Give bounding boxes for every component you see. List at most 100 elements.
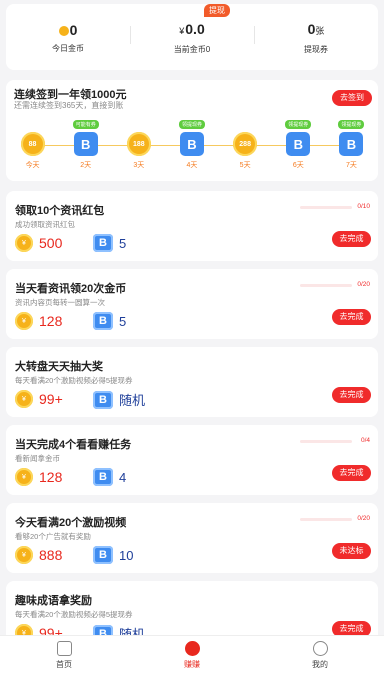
nav-home[interactable]: 首页 bbox=[0, 636, 128, 673]
withdraw-flag[interactable]: 提现 bbox=[204, 3, 230, 17]
day-badge: 领提现券 bbox=[285, 120, 312, 129]
signin-day: 88 今天 bbox=[6, 132, 59, 170]
ticket-icon: B bbox=[93, 234, 113, 252]
task-subtitle: 每天看满20个激励视频必得5提现券 bbox=[15, 610, 133, 619]
signin-day: 领提现券 B 6天 bbox=[272, 120, 325, 170]
signin-day: 188 3天 bbox=[112, 132, 165, 170]
today-coins-label: 今日金币 bbox=[52, 43, 84, 53]
task-subtitle: 看新闻拿金币 bbox=[15, 454, 60, 463]
ticket-reward: B5 bbox=[93, 234, 126, 252]
task-title: 大转盘天天抽大奖 bbox=[15, 361, 103, 373]
tickets-unit: 张 bbox=[315, 25, 325, 36]
coin-icon: ¥ bbox=[15, 312, 33, 330]
task-title: 今天看满20个激励视频 bbox=[15, 517, 127, 529]
task-subtitle: 看够20个广告就有奖励 bbox=[15, 532, 91, 541]
coin-reward-value: 99+ bbox=[39, 391, 63, 407]
balance-value: 0.0 bbox=[185, 20, 205, 37]
day-badge: 领提现券 bbox=[338, 120, 365, 129]
task-subtitle: 每天看满20个激励视频必得5提现券 bbox=[15, 376, 133, 385]
coin-icon bbox=[58, 25, 69, 36]
task-progress: 0/10 bbox=[357, 203, 370, 210]
signin-day: 288 5天 bbox=[219, 132, 272, 170]
task-title: 当天看资讯领20次金币 bbox=[15, 283, 127, 295]
task-action-button[interactable]: 去完成 bbox=[332, 465, 371, 481]
ticket-icon: B bbox=[286, 132, 311, 156]
coin-icon: ¥ bbox=[15, 390, 33, 408]
coin-reward-value: 128 bbox=[39, 313, 63, 329]
nav-earn-label: 赚赚 bbox=[184, 660, 200, 669]
balance-label: 当前金币0 bbox=[173, 44, 211, 54]
signin-button[interactable]: 去签到 bbox=[332, 90, 372, 106]
task-action-button[interactable]: 去完成 bbox=[332, 231, 371, 247]
task-card: 领取10个资讯红包 成功领取资讯红包 0/10 ¥500 B5 去完成 bbox=[6, 191, 378, 261]
task-card: 大转盘天天抽大奖 每天看满20个激励视频必得5提现券 ¥99+ B 随机 去完成 bbox=[6, 347, 378, 417]
task-card: 当天看资讯领20次金币 资讯内容页每转一圆算一次 0/20 ¥128 B5 去完… bbox=[6, 269, 378, 339]
task-progress-bar bbox=[300, 518, 352, 521]
home-icon bbox=[56, 641, 72, 656]
nav-earn[interactable]: 赚赚 bbox=[128, 636, 256, 673]
day-label: 2天 bbox=[80, 162, 92, 169]
coin-icon: ¥ bbox=[15, 546, 33, 564]
coin-icon: 188 bbox=[126, 132, 151, 156]
task-action-button[interactable]: 去完成 bbox=[332, 309, 371, 325]
task-title: 趣味成语拿奖励 bbox=[15, 595, 92, 607]
coin-icon: ¥ bbox=[15, 234, 33, 252]
ticket-icon: B bbox=[73, 132, 98, 156]
ticket-icon: B bbox=[179, 132, 204, 156]
task-action-button[interactable]: 去完成 bbox=[332, 387, 371, 403]
day-label: 3天 bbox=[133, 162, 145, 169]
signin-day: 领提现券 B 7天 bbox=[325, 120, 378, 170]
profile-icon bbox=[312, 641, 328, 656]
day-label: 4天 bbox=[186, 162, 198, 169]
ticket-reward-value: 随机 bbox=[119, 393, 146, 408]
ticket-icon: B bbox=[93, 312, 113, 330]
day-label: 5天 bbox=[239, 162, 251, 169]
coin-reward: ¥500 bbox=[15, 234, 62, 252]
coin-reward: ¥128 bbox=[15, 312, 62, 330]
task-progress: 0/20 bbox=[357, 281, 370, 288]
signin-days: 88 今天 可能有券 B 2天 188 3天 领提现券 B 4天 288 5天 领提现券 B 6天… bbox=[6, 120, 378, 170]
currency-symbol: ¥ bbox=[179, 25, 185, 36]
ticket-icon: B bbox=[93, 546, 113, 564]
signin-subtitle: 还需连续签到365天，直接到账 bbox=[14, 101, 124, 110]
task-card: 趣味成语拿奖励 每天看满20个激励视频必得5提现券 ¥99+ B随机 去完成 bbox=[6, 581, 378, 643]
stats-card: 0 今日金币 提现 ¥0.0 当前金币0 0张 提现券 bbox=[6, 3, 378, 70]
day-badge: 领提现券 bbox=[178, 120, 205, 129]
ticket-reward: B 随机 bbox=[93, 390, 145, 409]
task-subtitle: 资讯内容页每转一圆算一次 bbox=[15, 298, 105, 307]
ticket-icon: B bbox=[339, 132, 364, 156]
task-title: 领取10个资讯红包 bbox=[15, 205, 105, 217]
coin-icon: 288 bbox=[233, 132, 258, 156]
task-progress-bar bbox=[300, 440, 352, 443]
current-balance-stat[interactable]: 提现 ¥0.0 当前金币0 bbox=[130, 3, 254, 55]
ticket-reward-value: 10 bbox=[119, 547, 134, 563]
signin-day: 领提现券 B 4天 bbox=[165, 120, 218, 170]
task-progress-bar bbox=[300, 284, 352, 287]
nav-profile-label: 我的 bbox=[312, 660, 328, 669]
bottom-nav: 首页 赚赚 我的 bbox=[0, 635, 384, 673]
task-progress: 0/20 bbox=[357, 515, 370, 522]
task-progress: 0/4 bbox=[360, 437, 370, 444]
today-coins-value: 0 bbox=[69, 21, 78, 38]
task-action-button[interactable]: 未达标 bbox=[332, 543, 371, 559]
day-label: 6天 bbox=[292, 162, 304, 169]
coin-reward-value: 888 bbox=[39, 547, 63, 563]
tickets-stat[interactable]: 0张 提现券 bbox=[254, 20, 378, 55]
ticket-reward-value: 5 bbox=[119, 235, 127, 251]
coin-reward: ¥888 bbox=[15, 546, 62, 564]
ticket-reward-value: 5 bbox=[119, 313, 127, 329]
today-coins-stat[interactable]: 0 今日金币 bbox=[6, 21, 130, 54]
nav-home-label: 首页 bbox=[56, 660, 72, 669]
coin-reward: ¥128 bbox=[15, 468, 62, 486]
signin-card: 连续签到一年领1000元 还需连续签到365天，直接到账 去签到 88 今天 可能… bbox=[6, 80, 378, 181]
nav-profile[interactable]: 我的 bbox=[256, 636, 384, 673]
earn-icon bbox=[184, 641, 200, 656]
day-badge: 可能有券 bbox=[72, 120, 99, 129]
ticket-reward: B5 bbox=[93, 312, 126, 330]
signin-day: 可能有券 B 2天 bbox=[59, 120, 112, 170]
task-card: 今天看满20个激励视频 看够20个广告就有奖励 0/20 ¥888 B 10 未达… bbox=[6, 503, 378, 573]
ticket-icon: B bbox=[93, 468, 113, 486]
day-label: 7天 bbox=[345, 162, 357, 169]
ticket-reward-value: 4 bbox=[119, 469, 127, 485]
task-progress-bar bbox=[300, 206, 352, 209]
